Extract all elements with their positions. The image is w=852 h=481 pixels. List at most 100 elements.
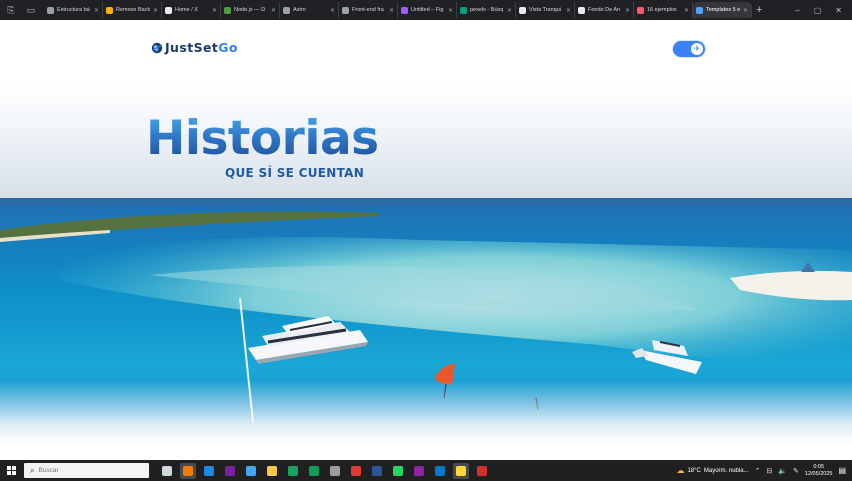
tab-label: Templates 5 e bbox=[706, 7, 740, 13]
tab-label: Untitled – Fig bbox=[411, 7, 444, 13]
edge-app-icon[interactable] bbox=[201, 463, 217, 479]
acrobat-app-icon[interactable] bbox=[474, 463, 490, 479]
weather-temp: 18°C bbox=[687, 467, 701, 474]
tab-label: Remove Back bbox=[116, 7, 150, 13]
logo-text: JustSetGo bbox=[165, 40, 238, 55]
window-controls: – ▢ ✕ bbox=[795, 6, 852, 15]
tab-close-icon[interactable]: ✕ bbox=[625, 7, 630, 14]
hero-subtitle: QUE SÍ SE CUENTAN bbox=[225, 166, 365, 180]
tab-actions-icon[interactable]: ⎘ bbox=[4, 3, 18, 17]
site-header: JustSetGo ✈ bbox=[0, 20, 852, 80]
speaker-icon[interactable]: 🔈 bbox=[778, 467, 787, 475]
tab-label: Astro bbox=[293, 7, 306, 13]
chevron-up-icon[interactable]: ⌃ bbox=[755, 467, 761, 475]
notepad-app-icon[interactable] bbox=[453, 462, 469, 479]
site-logo[interactable]: JustSetGo bbox=[151, 40, 238, 55]
airplane-icon: ✈ bbox=[691, 43, 703, 55]
tab-close-icon[interactable]: ✕ bbox=[566, 7, 571, 14]
vpn-app-icon[interactable] bbox=[411, 463, 427, 479]
store-app-icon[interactable] bbox=[243, 463, 259, 479]
tab-favicon-icon bbox=[696, 6, 703, 14]
tab-favicon-icon bbox=[460, 6, 467, 14]
browser-tab[interactable]: Templates 5 e ✕ bbox=[693, 2, 752, 18]
tab-close-icon[interactable]: ✕ bbox=[212, 7, 217, 14]
tab-label: Estructura bá bbox=[57, 7, 90, 13]
tab-close-icon[interactable]: ✕ bbox=[330, 7, 335, 14]
explorer-app-icon[interactable] bbox=[264, 463, 280, 479]
chrome-app-icon[interactable] bbox=[285, 463, 301, 479]
word-app-icon[interactable] bbox=[369, 463, 385, 479]
theme-toggle[interactable]: ✈ bbox=[673, 41, 705, 57]
task-view-app-icon[interactable] bbox=[159, 463, 175, 479]
tab-close-icon[interactable]: ✕ bbox=[153, 7, 158, 14]
tab-list: Estructura bá ✕ Remove Back ✕ Home / X ✕ Node.… bbox=[44, 2, 752, 18]
tab-favicon-icon bbox=[106, 6, 113, 14]
hero-section: Historias QUE SÍ SE CUENTAN bbox=[0, 80, 852, 460]
windows-taskbar: ⌕ ☁ 18°C Mayorm. nubla... ⌃ ⊟ 🔈 ✎ 0:05 1… bbox=[0, 460, 852, 481]
tab-close-icon[interactable]: ✕ bbox=[743, 7, 748, 14]
pen-icon[interactable]: ✎ bbox=[793, 467, 799, 475]
clock-date: 12/05/2025 bbox=[804, 470, 833, 477]
weather-widget[interactable]: ☁ 18°C Mayorm. nubla... bbox=[676, 466, 748, 475]
cmd-app-icon[interactable] bbox=[327, 463, 343, 479]
system-tray: ☁ 18°C Mayorm. nubla... ⌃ ⊟ 🔈 ✎ 0:05 12/… bbox=[676, 464, 852, 477]
hero-title: Historias bbox=[146, 111, 379, 166]
browser-tab[interactable]: Node.js — D ✕ bbox=[221, 2, 280, 18]
taskbar-search[interactable]: ⌕ bbox=[24, 463, 149, 478]
whatsapp-app-icon[interactable] bbox=[390, 463, 406, 479]
globe-icon bbox=[151, 42, 163, 53]
browser-tab[interactable]: pexels - Búsq ✕ bbox=[457, 2, 516, 18]
tab-favicon-icon bbox=[224, 6, 231, 14]
opera-app-icon[interactable] bbox=[348, 463, 364, 479]
browser-tab[interactable]: Estructura bá ✕ bbox=[44, 2, 103, 18]
browser-tab-strip: ⎘ ▭ Estructura bá ✕ Remove Back ✕ Home / X ✕ N… bbox=[0, 0, 852, 20]
tab-close-icon[interactable]: ✕ bbox=[94, 7, 99, 14]
weather-desc: Mayorm. nubla... bbox=[703, 467, 749, 474]
tab-favicon-icon bbox=[578, 6, 585, 14]
vscode-app-icon[interactable] bbox=[432, 463, 448, 479]
browser-tab[interactable]: Front-end fra ✕ bbox=[339, 2, 398, 18]
tab-close-icon[interactable]: ✕ bbox=[271, 7, 276, 14]
weather-cloud-icon: ☁ bbox=[676, 466, 685, 475]
taskbar-clock[interactable]: 0:05 12/05/2025 bbox=[805, 464, 833, 477]
tab-label: Home / X bbox=[175, 7, 198, 13]
tab-label: Fondo De An bbox=[588, 7, 621, 13]
tab-close-icon[interactable]: ✕ bbox=[389, 7, 394, 14]
tab-favicon-icon bbox=[401, 6, 408, 14]
tab-close-icon[interactable]: ✕ bbox=[448, 7, 453, 14]
tab-label: Vista Tranqui bbox=[529, 7, 562, 13]
browser-tab[interactable]: Remove Back ✕ bbox=[103, 2, 162, 18]
browser-tab[interactable]: Vista Tranqui ✕ bbox=[516, 2, 575, 18]
tab-label: Front-end fra bbox=[352, 7, 384, 13]
search-icon: ⌕ bbox=[30, 465, 35, 475]
minimize-button[interactable]: – bbox=[795, 6, 799, 15]
vertical-tabs-icon[interactable]: ▭ bbox=[24, 3, 38, 17]
browser-tab[interactable]: Astro ✕ bbox=[280, 2, 339, 18]
tab-label: pexels - Búsq bbox=[470, 7, 504, 13]
browser-tab[interactable]: Fondo De An ✕ bbox=[575, 2, 634, 18]
browser-tab[interactable]: Home / X ✕ bbox=[162, 2, 221, 18]
tab-favicon-icon bbox=[519, 6, 526, 14]
taskbar-search-input[interactable] bbox=[38, 467, 129, 474]
tab-label: Node.js — D bbox=[234, 7, 266, 13]
hero-fade bbox=[0, 380, 852, 460]
notification-icon[interactable]: ▤ bbox=[838, 466, 846, 475]
app-orange-app-icon[interactable] bbox=[180, 462, 196, 479]
close-window-button[interactable]: ✕ bbox=[835, 6, 842, 15]
start-button[interactable] bbox=[0, 460, 22, 481]
windows-logo-icon bbox=[6, 466, 16, 475]
maximize-button[interactable]: ▢ bbox=[814, 6, 822, 15]
network-icon[interactable]: ⊟ bbox=[766, 467, 772, 475]
browser-tab[interactable]: 16 ejemplos ✕ bbox=[634, 2, 693, 18]
browser-tab[interactable]: Untitled – Fig ✕ bbox=[398, 2, 457, 18]
terminal-app-icon[interactable] bbox=[222, 463, 238, 479]
tab-favicon-icon bbox=[283, 6, 290, 14]
tab-favicon-icon bbox=[342, 6, 349, 14]
edge-2-app-icon[interactable] bbox=[306, 463, 322, 479]
tab-label: 16 ejemplos bbox=[647, 7, 677, 13]
tab-close-icon[interactable]: ✕ bbox=[507, 7, 512, 14]
tab-close-icon[interactable]: ✕ bbox=[684, 7, 689, 14]
tab-favicon-icon bbox=[165, 6, 172, 14]
new-tab-button[interactable]: + bbox=[756, 4, 762, 16]
tab-favicon-icon bbox=[47, 6, 54, 14]
